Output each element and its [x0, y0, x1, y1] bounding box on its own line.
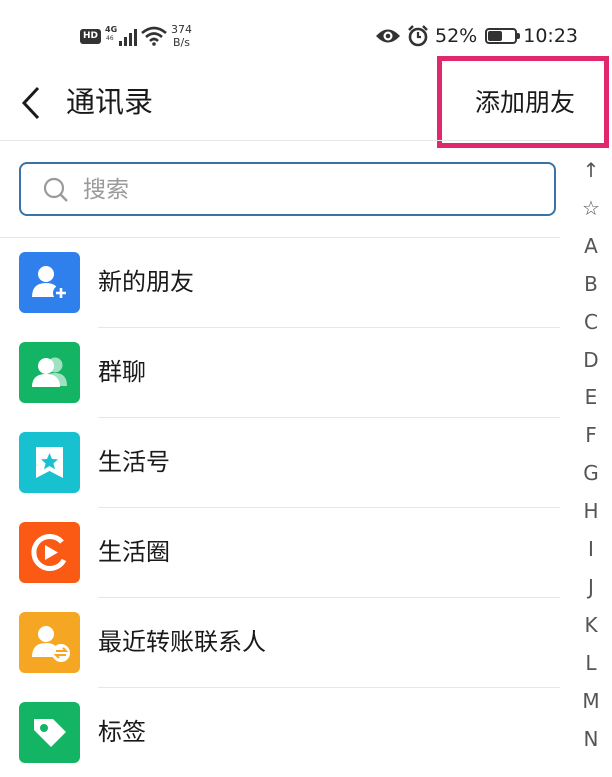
index-letter[interactable]: ☆: [572, 196, 610, 220]
back-arrow-icon[interactable]: [18, 84, 48, 122]
group-icon: [19, 342, 80, 403]
wifi-icon: [141, 26, 167, 46]
list-item-tags[interactable]: 标签: [0, 687, 560, 777]
transfer-contact-icon: [19, 612, 80, 673]
list-item-label: 生活号: [98, 448, 170, 476]
hd-badge: HD: [80, 28, 102, 44]
list-item-new-friends[interactable]: 新的朋友: [0, 237, 560, 327]
battery-icon: [485, 28, 521, 44]
index-letter[interactable]: J: [572, 575, 610, 599]
play-circle-icon: [19, 522, 80, 583]
search-bar[interactable]: [19, 162, 556, 216]
page-title: 通讯录: [66, 85, 154, 119]
list-item-life-account[interactable]: 生活号: [0, 417, 560, 507]
search-icon: [43, 177, 68, 202]
list-item-label: 标签: [98, 718, 146, 746]
index-letter[interactable]: K: [572, 613, 610, 637]
signal-icon: 4G 46: [105, 26, 138, 46]
list-item-label: 最近转账联系人: [98, 628, 266, 656]
index-letter[interactable]: C: [572, 310, 610, 334]
search-input[interactable]: [81, 172, 525, 208]
status-left: HD 4G 46 374 B/s: [80, 20, 192, 52]
index-letter[interactable]: B: [572, 272, 610, 296]
index-letter[interactable]: G: [572, 461, 610, 485]
alphabet-index[interactable]: ↑ ☆ A B C D E F G H I J K L M N: [572, 150, 612, 751]
index-letter[interactable]: N: [572, 727, 610, 751]
add-friend-button[interactable]: 添加朋友: [437, 56, 609, 148]
header-divider: [0, 140, 560, 141]
battery-percent: 52%: [435, 25, 478, 47]
alarm-icon: [408, 25, 428, 47]
list-item-label: 新的朋友: [98, 268, 194, 296]
add-contact-icon: [19, 252, 80, 313]
index-letter[interactable]: E: [572, 385, 610, 409]
index-letter[interactable]: M: [572, 689, 610, 713]
list-item-life-circle[interactable]: 生活圈: [0, 507, 560, 597]
eye-icon: [376, 29, 400, 43]
index-letter[interactable]: A: [572, 234, 610, 258]
network-speed: 374 B/s: [171, 23, 193, 49]
index-letter[interactable]: F: [572, 423, 610, 447]
clock: 10:23: [523, 25, 578, 47]
index-letter[interactable]: ↑: [572, 158, 610, 182]
status-right: 52% 10:23: [375, 22, 578, 50]
tag-icon: [19, 702, 80, 763]
list-item-label: 生活圈: [98, 538, 170, 566]
star-bookmark-icon: [19, 432, 80, 493]
index-letter[interactable]: I: [572, 537, 610, 561]
list-item-label: 群聊: [98, 358, 146, 386]
index-letter[interactable]: L: [572, 651, 610, 675]
index-letter[interactable]: H: [572, 499, 610, 523]
index-letter[interactable]: D: [572, 348, 610, 372]
add-friend-label: 添加朋友: [475, 88, 576, 117]
list-item-recent-transfer[interactable]: 最近转账联系人: [0, 597, 560, 687]
list-item-group-chat[interactable]: 群聊: [0, 327, 560, 417]
